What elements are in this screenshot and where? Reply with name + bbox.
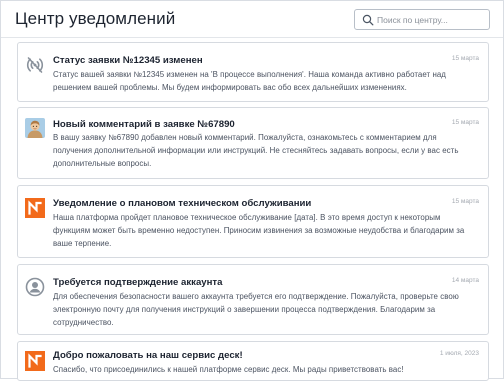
brand-logo-icon (25, 351, 45, 371)
notification-text: В вашу заявку №67890 добавлен новый комм… (53, 133, 459, 168)
search-icon (362, 14, 374, 26)
notification-card[interactable]: Статус заявки №12345 изменен 15 марта Ст… (17, 42, 489, 102)
notification-date: 14 марта (451, 277, 479, 284)
notification-title: Требуется подтверждение аккаунта (53, 277, 223, 288)
search-box[interactable] (354, 9, 490, 30)
notification-card[interactable]: Добро пожаловать на наш сервис деск! 1 и… (17, 341, 489, 381)
page-header: Центр уведомлений (1, 1, 503, 38)
account-circle-icon (25, 277, 45, 297)
notification-text: Для обеспечения безопасности вашего акка… (53, 292, 459, 327)
notification-date: 15 марта (451, 198, 479, 205)
notification-title: Уведомление о плановом техническом обслу… (53, 198, 312, 209)
notification-card[interactable]: Уведомление о плановом техническом обслу… (17, 185, 489, 258)
notification-date: 15 марта (451, 55, 479, 62)
notification-date: 1 июля, 2023 (439, 350, 479, 357)
notification-text: Наша платформа пройдет плановое техничес… (53, 213, 465, 248)
notification-text: Статус вашей заявки №12345 изменен на 'В… (53, 70, 446, 92)
notification-text: Спасибо, что присоединились к нашей плат… (53, 365, 404, 374)
notification-card[interactable]: Новый комментарий в заявке №67890 15 мар… (17, 107, 489, 179)
page-title: Центр уведомлений (15, 9, 176, 28)
search-input[interactable] (377, 11, 487, 28)
notification-center: Центр уведомлений Статус заявки №12345 и… (0, 0, 504, 381)
notification-title: Статус заявки №12345 изменен (53, 55, 203, 66)
user-avatar-icon (25, 118, 45, 138)
signal-off-icon (26, 57, 44, 73)
notification-title: Новый комментарий в заявке №67890 (53, 119, 235, 130)
brand-logo-icon (25, 198, 45, 218)
notification-date: 15 марта (451, 119, 479, 126)
notification-card[interactable]: Требуется подтверждение аккаунта 14 март… (17, 264, 489, 335)
notification-title: Добро пожаловать на наш сервис деск! (53, 350, 243, 361)
